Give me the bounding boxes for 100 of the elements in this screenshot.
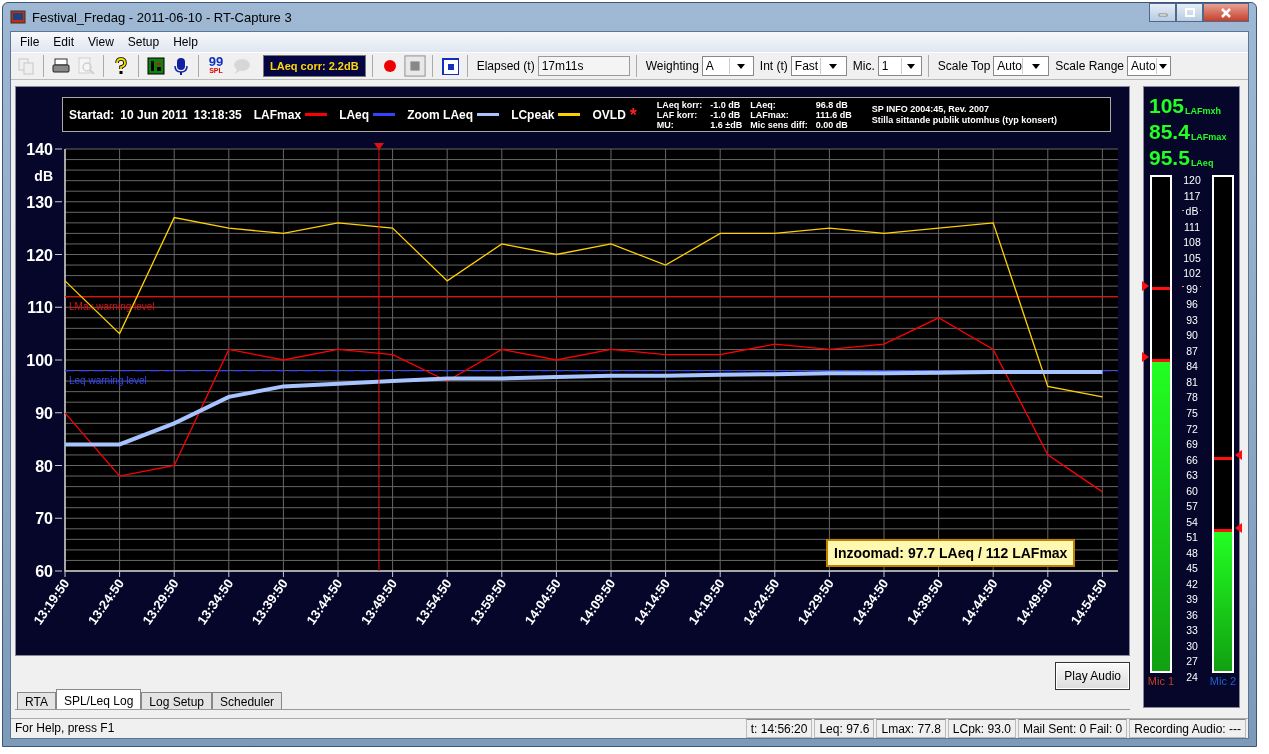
menu-item[interactable]: File — [13, 35, 47, 49]
microphone-icon[interactable] — [172, 57, 190, 75]
minimize-button[interactable] — [1149, 3, 1176, 22]
field-label: Scale Range — [1055, 59, 1125, 73]
scale-label: 111 — [1182, 221, 1202, 233]
correction-display: LAeq corr: 2.2dB — [263, 55, 366, 77]
scale-label: 96 — [1184, 299, 1200, 311]
scale-label: 30 — [1184, 640, 1200, 652]
info-text: LAeq: — [750, 99, 777, 110]
legend-label: OVLD — [592, 107, 626, 122]
scale-label: 69 — [1184, 439, 1200, 451]
tab[interactable]: Scheduler — [212, 692, 283, 709]
scale-label: 57 — [1184, 501, 1200, 513]
scale-label: 87 — [1184, 345, 1200, 357]
info-text: MU: — [656, 119, 675, 130]
scale-label: 93 — [1184, 314, 1200, 326]
scale-label: 84 — [1184, 361, 1200, 373]
readout-unit: LAFmxh — [1185, 105, 1222, 117]
axis-title: dB — [34, 168, 53, 185]
axis-label: 60 — [35, 563, 53, 580]
axis-label: 100 — [26, 352, 53, 369]
printer-icon[interactable] — [52, 57, 70, 75]
legend-label: LAeq — [339, 107, 370, 122]
info-text: Mic sens diff: — [750, 119, 808, 130]
dropdown[interactable]: 1 — [877, 56, 922, 76]
axis-label: 70 — [35, 510, 53, 528]
menu-item[interactable]: Setup — [120, 35, 167, 49]
scale-label: 39 — [1184, 594, 1200, 606]
scale-label: 81 — [1184, 376, 1200, 388]
dropdown[interactable]: Auto — [1127, 56, 1172, 76]
maximize-button[interactable] — [1176, 3, 1203, 22]
scale-label: 117 — [1181, 190, 1203, 202]
info-text: LAF korr: — [656, 109, 699, 120]
legend-label: LCpeak — [511, 107, 555, 122]
info-text: LAeq korr: — [656, 99, 703, 110]
info-text: 0.00 dB — [815, 119, 849, 130]
menu-item[interactable]: View — [81, 35, 121, 49]
info-text: 111.6 dB — [815, 109, 852, 120]
overload-mark: * — [629, 109, 637, 120]
info-note: SP INFO 2004:45, Rev. 2007 — [871, 103, 991, 115]
dropdown[interactable]: A — [701, 56, 754, 76]
axis-label: 120 — [26, 246, 53, 264]
tab[interactable]: Log Setup — [141, 692, 213, 709]
field-label: Elapsed (t) — [476, 59, 535, 73]
scale-label: 51 — [1184, 532, 1200, 544]
scale-label: 42 — [1184, 578, 1200, 590]
readout-value: 95.5 — [1149, 147, 1190, 169]
dropdown-arrow-icon — [736, 62, 747, 70]
start-label: Startad: — [69, 107, 115, 122]
warning-label: Leq warning level — [69, 374, 147, 386]
scale-label: 90 — [1184, 330, 1200, 342]
tab[interactable]: SPL/Leq Log — [55, 689, 142, 709]
stop-button[interactable] — [403, 54, 426, 78]
meter-label: Mic 1 — [1147, 675, 1175, 687]
field-label: Mic. — [852, 59, 875, 73]
info-text: 1.6 ±dB — [710, 119, 743, 130]
dropdown[interactable]: Auto — [993, 56, 1050, 76]
scale-label: 33 — [1184, 625, 1200, 637]
scale-label: 54 — [1184, 516, 1200, 528]
scale-label: 105 — [1181, 252, 1203, 264]
info-text: -1.0 dB — [710, 99, 742, 110]
legend-label: LAFmax — [253, 107, 302, 122]
start-time: 13:18:35 — [193, 107, 242, 122]
start-date: 10 Jun 2011 — [120, 107, 188, 122]
tab[interactable]: RTA — [17, 692, 56, 709]
status-text: Leq: 97.6 — [814, 719, 875, 738]
legend-label: Zoom LAeq — [407, 107, 474, 122]
close-button[interactable] — [1203, 3, 1249, 22]
info-text: -1.0 dB — [710, 109, 742, 120]
status-text: LCpk: 93.0 — [947, 719, 1016, 738]
warning-label: LMax warning level — [69, 300, 155, 312]
scale-label: 99 — [1184, 283, 1200, 295]
field-label: Int (t) — [759, 59, 788, 73]
dropdown-arrow-icon — [828, 62, 839, 70]
level-meter-icon[interactable] — [147, 57, 165, 75]
marker-button[interactable] — [440, 57, 459, 75]
readout-unit: LAeq — [1190, 157, 1214, 169]
play-audio-button[interactable]: Play Audio — [1055, 662, 1130, 690]
axis-label: 140 — [26, 141, 53, 158]
info-text: 96.8 dB — [815, 99, 849, 110]
field-label: Weighting — [645, 59, 699, 73]
axis-label: 90 — [35, 404, 53, 422]
meter-label: Mic 2 — [1209, 675, 1237, 687]
menu-item[interactable]: Edit — [46, 35, 82, 49]
scale-label: 102 — [1181, 268, 1203, 280]
axis-label: 130 — [26, 193, 53, 211]
info-note: Stilla sittande publik utomhus (typ konsert) — [871, 114, 1057, 126]
readout-unit: LAFmax — [1190, 131, 1227, 143]
legend-line — [305, 113, 328, 116]
window-title: Festival_Fredag - 2011-06-10 - RT-Capture 3 — [32, 9, 292, 25]
question-mark-icon[interactable] — [112, 57, 130, 75]
dropdown-arrow-icon — [1030, 62, 1041, 70]
scale-label: 24 — [1184, 672, 1200, 683]
legend-line — [558, 113, 581, 116]
readout-value: 105 — [1149, 95, 1185, 117]
menu-item[interactable]: Help — [166, 35, 205, 49]
scale-label: 78 — [1184, 392, 1200, 404]
dropdown[interactable]: Fast — [790, 56, 847, 76]
status-text: Mail Sent: 0 Fail: 0 — [1017, 719, 1128, 738]
status-text: Recording Audio: --- — [1129, 719, 1246, 738]
